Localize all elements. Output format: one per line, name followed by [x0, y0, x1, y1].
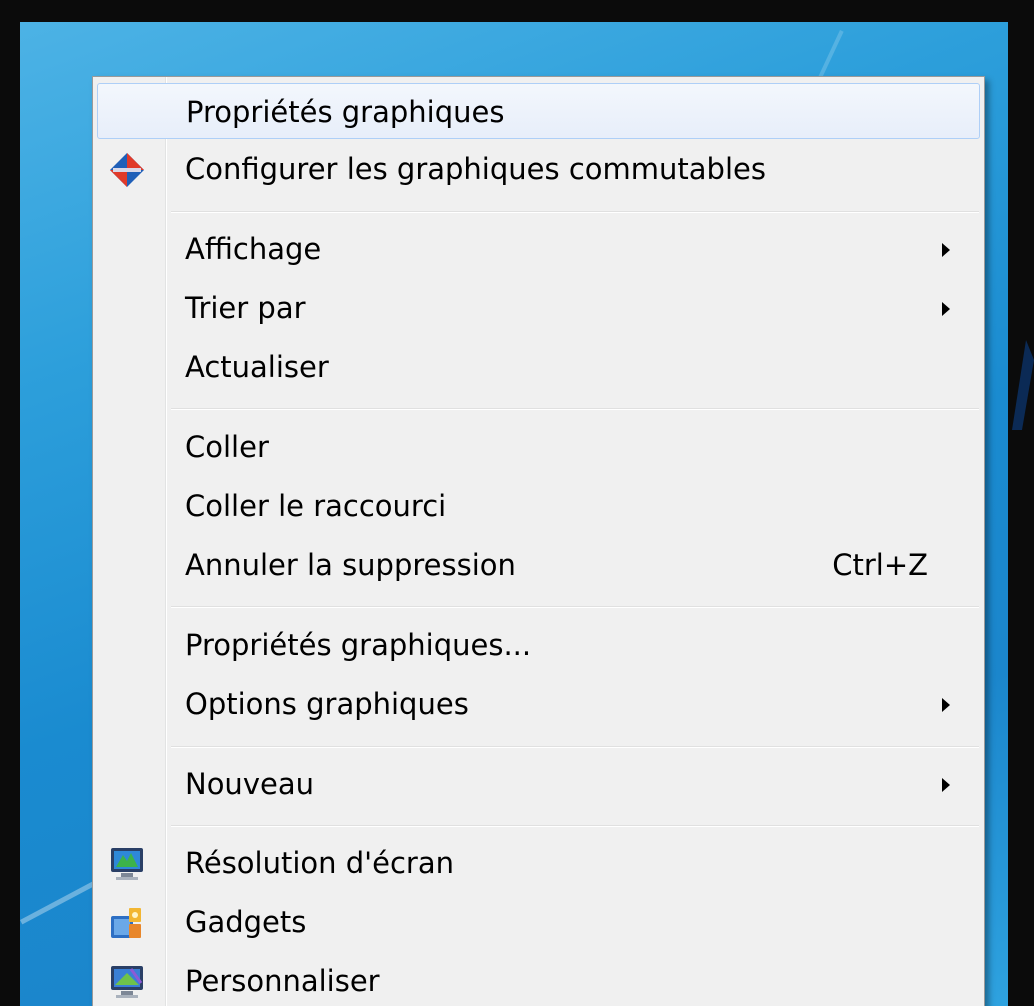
menu-item-label: Coller le raccourci — [185, 489, 447, 523]
menu-item-label: Trier par — [185, 291, 306, 325]
menu-separator — [171, 825, 979, 827]
menu-item-graphics-properties-dialog[interactable]: Propriétés graphiques... — [97, 617, 980, 673]
menu-item-view[interactable]: Affichage — [97, 221, 980, 277]
menu-item-label: Options graphiques — [185, 687, 469, 721]
menu-item-paste[interactable]: Coller — [97, 419, 980, 475]
menu-item-sort-by[interactable]: Trier par — [97, 280, 980, 336]
submenu-arrow-icon — [942, 302, 950, 316]
menu-item-label: Coller — [185, 430, 269, 464]
menu-separator — [171, 746, 979, 748]
menu-item-graphics-properties[interactable]: Propriétés graphiques — [97, 83, 980, 139]
menu-item-screen-resolution[interactable]: Résolution d'écran — [97, 835, 980, 891]
menu-item-label: Actualiser — [185, 350, 329, 384]
menu-item-shortcut: Ctrl+Z — [832, 548, 928, 582]
menu-item-label: Configurer les graphiques commutables — [185, 152, 766, 186]
menu-item-label: Gadgets — [185, 905, 307, 939]
menu-separator — [171, 408, 979, 410]
submenu-arrow-icon — [942, 778, 950, 792]
menu-item-refresh[interactable]: Actualiser — [97, 339, 980, 395]
menu-item-label: Annuler la suppression — [185, 548, 516, 582]
menu-item-graphics-options[interactable]: Options graphiques — [97, 676, 980, 732]
menu-item-label: Propriétés graphiques — [186, 95, 505, 129]
submenu-arrow-icon — [942, 243, 950, 257]
personalize-icon — [111, 966, 143, 998]
menu-item-label: Résolution d'écran — [185, 846, 454, 880]
menu-item-label: Propriétés graphiques... — [185, 628, 532, 662]
menu-item-label: Nouveau — [185, 767, 314, 801]
switchable-graphics-icon — [110, 153, 144, 187]
menu-item-new[interactable]: Nouveau — [97, 756, 980, 812]
menu-item-paste-shortcut[interactable]: Coller le raccourci — [97, 478, 980, 534]
menu-separator — [171, 606, 979, 608]
menu-separator — [171, 211, 979, 213]
submenu-arrow-icon — [942, 698, 950, 712]
desktop-background[interactable]: Propriétés graphiques Configurer les gra… — [0, 0, 1034, 1006]
gadgets-icon — [111, 908, 141, 938]
menu-item-personalize[interactable]: Personnaliser — [97, 953, 980, 1006]
frame-border-top — [0, 0, 1034, 22]
menu-item-undo-delete[interactable]: Annuler la suppression Ctrl+Z — [97, 537, 980, 593]
menu-item-label: Personnaliser — [185, 964, 380, 998]
frame-border-right — [1008, 0, 1034, 1006]
desktop-context-menu: Propriétés graphiques Configurer les gra… — [92, 76, 985, 1006]
menu-item-gadgets[interactable]: Gadgets — [97, 894, 980, 950]
menu-item-configure-switchable-graphics[interactable]: Configurer les graphiques commutables — [97, 141, 980, 197]
screen-resolution-icon — [111, 848, 143, 880]
wallpaper-logo-fragment — [1012, 340, 1034, 430]
frame-border-left — [0, 0, 20, 1006]
menu-item-label: Affichage — [185, 232, 322, 266]
